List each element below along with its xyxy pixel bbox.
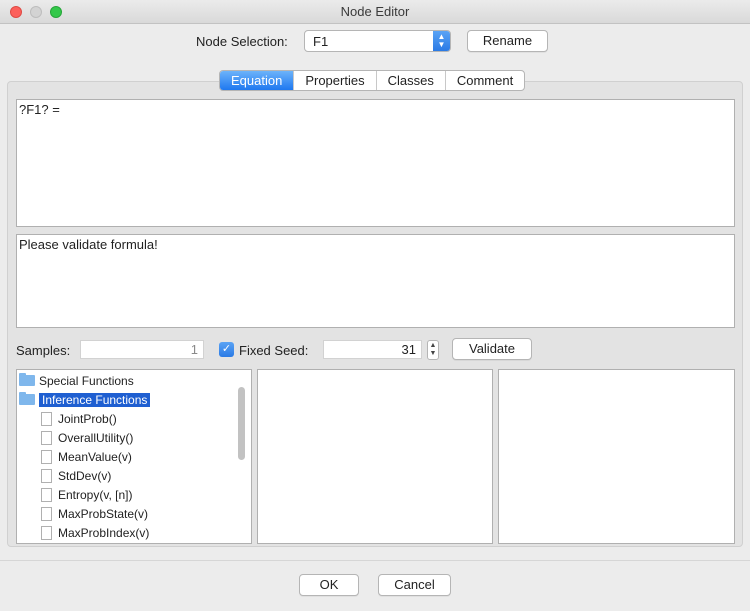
fixed-seed-label: Fixed Seed: <box>239 343 309 358</box>
file-icon <box>41 431 52 445</box>
seed-input[interactable]: 31 <box>323 340 422 359</box>
rename-button[interactable]: Rename <box>467 30 548 52</box>
tab-equation[interactable]: Equation <box>220 71 294 90</box>
tab-bar: Equation Properties Classes Comment <box>219 70 526 91</box>
cancel-button[interactable]: Cancel <box>378 574 451 596</box>
node-selection-dropdown[interactable]: F1 ▲ ▼ <box>304 30 451 52</box>
file-icon <box>41 526 52 540</box>
file-icon <box>41 450 52 464</box>
tree-item[interactable]: StdDev(v) <box>41 467 111 485</box>
dropdown-arrow-icon: ▲ ▼ <box>433 31 450 51</box>
tree-folder-inference-functions[interactable]: Inference Functions <box>19 391 151 409</box>
validation-output: Please validate formula! <box>16 234 735 328</box>
tree-item[interactable]: OverallUtility() <box>41 429 133 447</box>
file-icon <box>41 412 52 426</box>
window-title: Node Editor <box>340 4 410 19</box>
tree-item[interactable]: MaxProbState(v) <box>41 505 148 523</box>
folder-open-icon <box>19 392 35 405</box>
samples-input[interactable]: 1 <box>80 340 204 359</box>
function-list-right[interactable] <box>498 369 735 544</box>
folder-icon <box>19 373 35 386</box>
function-tree: Special Functions Inference Functions Jo… <box>16 369 252 544</box>
tree-item[interactable]: MeanValue(v) <box>41 448 132 466</box>
title-bar: Node Editor <box>0 0 750 24</box>
function-tree-scrollbar[interactable] <box>238 387 245 460</box>
validation-message: Please validate formula! <box>19 237 158 252</box>
node-selection-value: F1 <box>313 34 329 49</box>
file-icon <box>41 507 52 521</box>
equation-text: ?F1? = <box>19 102 60 117</box>
validate-button[interactable]: Validate <box>452 338 532 360</box>
file-icon <box>41 469 52 483</box>
equation-editor[interactable]: ?F1? = <box>16 99 735 227</box>
file-icon <box>41 488 52 502</box>
seed-stepper[interactable]: ▲ ▼ <box>427 340 439 360</box>
node-selection-label: Node Selection: <box>196 34 288 49</box>
tree-item[interactable]: JointProb() <box>41 410 117 428</box>
samples-label: Samples: <box>16 343 71 358</box>
footer-divider <box>0 560 750 561</box>
ok-button[interactable]: OK <box>299 574 359 596</box>
tree-item[interactable]: Entropy(v, [n]) <box>41 486 132 504</box>
tab-properties[interactable]: Properties <box>293 71 375 90</box>
function-list-middle[interactable] <box>257 369 493 544</box>
tab-classes[interactable]: Classes <box>375 71 445 90</box>
tree-folder-special-functions[interactable]: Special Functions <box>19 372 134 390</box>
tab-comment[interactable]: Comment <box>444 71 524 90</box>
tree-item[interactable]: MaxProbIndex(v) <box>41 524 149 542</box>
fixed-seed-checkbox[interactable]: ✓ <box>219 342 234 357</box>
